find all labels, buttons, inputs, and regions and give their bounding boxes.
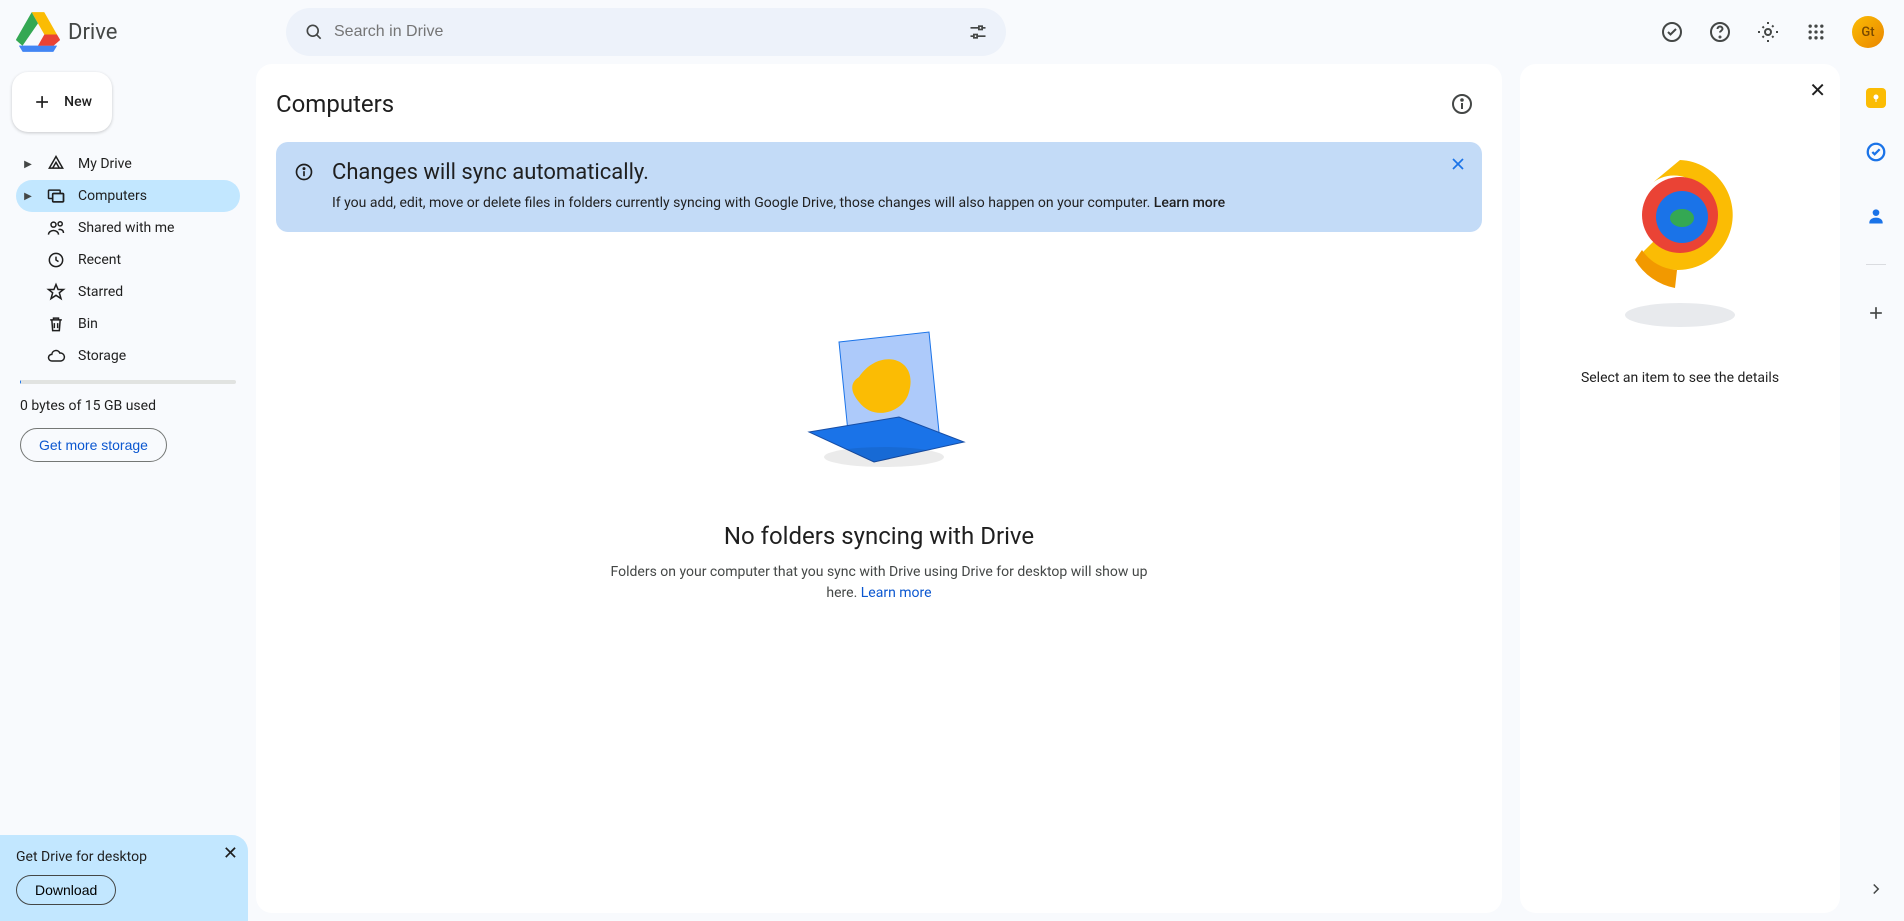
- sidebar-item-bin[interactable]: Bin: [16, 308, 240, 340]
- recent-icon: [46, 250, 66, 270]
- sidebar-item-label: Shared with me: [78, 220, 174, 236]
- side-rail: [1848, 64, 1904, 921]
- contacts-icon[interactable]: [1856, 196, 1896, 236]
- header: Drive Gt: [0, 0, 1904, 64]
- close-icon[interactable]: ✕: [223, 843, 238, 864]
- settings-icon[interactable]: [1748, 12, 1788, 52]
- sidebar: New ▶ My Drive ▶ Computers Shared with m…: [0, 64, 256, 921]
- new-button-label: New: [64, 94, 92, 110]
- page-title: Computers: [276, 90, 394, 118]
- new-button[interactable]: New: [12, 72, 112, 132]
- search-icon[interactable]: [294, 12, 334, 52]
- bin-icon: [46, 314, 66, 334]
- search-filters-icon[interactable]: [958, 12, 998, 52]
- header-actions: Gt: [1652, 12, 1888, 52]
- desktop-promo: ✕ Get Drive for desktop Download: [0, 835, 248, 921]
- empty-illustration: [779, 322, 979, 482]
- sidebar-item-label: Recent: [78, 252, 121, 268]
- keep-icon[interactable]: [1866, 88, 1886, 108]
- banner-body: If you add, edit, move or delete files i…: [332, 195, 1154, 211]
- apps-icon[interactable]: [1796, 12, 1836, 52]
- details-text: Select an item to see the details: [1581, 370, 1779, 386]
- sidebar-item-my-drive[interactable]: ▶ My Drive: [16, 148, 240, 180]
- cloud-icon: [46, 346, 66, 366]
- computers-icon: [46, 186, 66, 206]
- details-panel: ✕ Select an item to see the details: [1520, 64, 1840, 913]
- empty-text: Folders on your computer that you sync w…: [599, 562, 1159, 604]
- app-title: Drive: [68, 20, 117, 45]
- storage-text: 0 bytes of 15 GB used: [20, 398, 236, 414]
- chevron-right-icon: ▶: [22, 191, 34, 202]
- logo[interactable]: Drive: [16, 12, 246, 52]
- sidebar-item-starred[interactable]: Starred: [16, 276, 240, 308]
- sidebar-item-computers[interactable]: ▶ Computers: [16, 180, 240, 212]
- get-storage-button[interactable]: Get more storage: [20, 428, 167, 462]
- star-icon: [46, 282, 66, 302]
- hide-panel-icon[interactable]: [1856, 869, 1896, 909]
- sidebar-item-label: Bin: [78, 316, 98, 332]
- close-icon[interactable]: [1448, 154, 1468, 174]
- sidebar-item-label: My Drive: [78, 156, 132, 172]
- search-input[interactable]: [334, 8, 958, 56]
- banner-title: Changes will sync automatically.: [332, 160, 1432, 185]
- empty-title: No folders syncing with Drive: [724, 522, 1034, 550]
- chevron-right-icon: ▶: [22, 159, 34, 170]
- details-illustration: [1600, 140, 1760, 340]
- close-icon[interactable]: ✕: [1809, 78, 1826, 102]
- sidebar-item-shared[interactable]: Shared with me: [16, 212, 240, 244]
- sidebar-item-label: Starred: [78, 284, 123, 300]
- main-panel: Computers Changes will sync automaticall…: [256, 64, 1502, 913]
- storage-bar: [20, 380, 236, 384]
- download-button[interactable]: Download: [16, 875, 116, 905]
- sync-banner: Changes will sync automatically. If you …: [276, 142, 1482, 232]
- nav-list: ▶ My Drive ▶ Computers Shared with me Re…: [16, 148, 240, 372]
- my-drive-icon: [46, 154, 66, 174]
- info-icon: [294, 162, 314, 182]
- drive-logo-icon: [16, 12, 60, 52]
- desktop-promo-title: Get Drive for desktop: [16, 849, 232, 865]
- search-bar: [286, 8, 1006, 56]
- shared-icon: [46, 218, 66, 238]
- learn-more-link[interactable]: Learn more: [1154, 195, 1225, 211]
- sidebar-item-label: Storage: [78, 348, 126, 364]
- help-icon[interactable]: [1700, 12, 1740, 52]
- info-icon[interactable]: [1442, 84, 1482, 124]
- offline-ready-icon[interactable]: [1652, 12, 1692, 52]
- learn-more-link[interactable]: Learn more: [861, 585, 932, 601]
- sidebar-item-storage[interactable]: Storage: [16, 340, 240, 372]
- sidebar-item-recent[interactable]: Recent: [16, 244, 240, 276]
- add-icon[interactable]: [1856, 293, 1896, 333]
- sidebar-item-label: Computers: [78, 188, 147, 204]
- tasks-icon[interactable]: [1856, 132, 1896, 172]
- rail-separator: [1866, 264, 1886, 265]
- avatar[interactable]: Gt: [1852, 16, 1884, 48]
- banner-text: If you add, edit, move or delete files i…: [332, 193, 1432, 214]
- empty-state: No folders syncing with Drive Folders on…: [276, 262, 1482, 893]
